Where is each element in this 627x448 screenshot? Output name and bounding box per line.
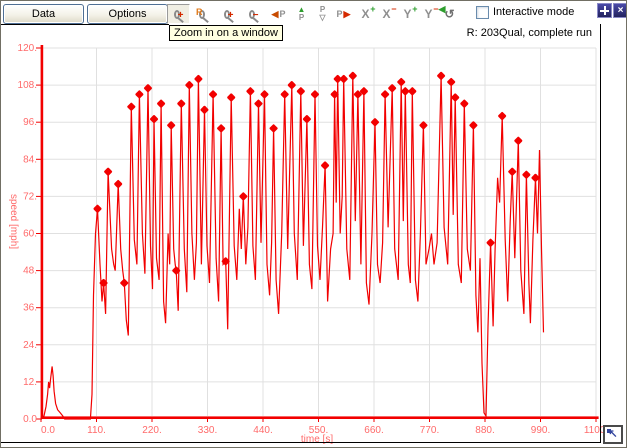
reset-view-icon: ↺◀: [444, 8, 454, 20]
zoom-out-button[interactable]: −: [242, 4, 265, 24]
svg-text:24.: 24.: [23, 340, 37, 351]
zoom-reset-button[interactable]: R: [192, 4, 215, 24]
dock-plot-button[interactable]: ↖: [603, 425, 623, 444]
svg-text:120.: 120.: [18, 43, 37, 54]
y-axis-label: speed [mph]: [8, 194, 19, 249]
close-window-button[interactable]: ×: [613, 3, 627, 18]
svg-text:48.: 48.: [23, 266, 37, 277]
y-zoom-out-icon: Y−: [424, 8, 432, 20]
zoom-window-button[interactable]: +: [167, 4, 190, 24]
marker-down-button[interactable]: P▽: [311, 4, 334, 24]
reset-view-button[interactable]: ↺◀: [438, 4, 461, 24]
toolbar-panel-divider: [1, 24, 169, 25]
svg-text:60.: 60.: [23, 229, 37, 240]
next-marker-button[interactable]: P▶: [332, 4, 355, 24]
marker-up-icon: ▲P: [298, 6, 306, 22]
svg-text:84.: 84.: [23, 154, 37, 165]
plot-window: 0.0110.220.330.440.550.660.770.880.990.1…: [0, 0, 627, 448]
y-zoom-in-button[interactable]: Y+: [396, 4, 419, 24]
chart-panel-right-border: [600, 24, 601, 443]
dock-square-icon: [607, 429, 611, 433]
run-annotation: R: 203Qual, complete run: [467, 27, 592, 39]
chart-panel-bottom-border: [1, 442, 601, 443]
data-button[interactable]: Data: [3, 4, 84, 24]
marker-up-button[interactable]: ▲P: [290, 4, 313, 24]
svg-text:990.: 990.: [531, 425, 550, 436]
zoom-window-icon: +: [174, 10, 180, 19]
marker-down-icon: P▽: [319, 6, 325, 22]
x-zoom-out-button[interactable]: X−: [375, 4, 398, 24]
svg-text:108.: 108.: [18, 80, 37, 91]
svg-text:12.: 12.: [23, 377, 37, 388]
zoom-reset-icon: R: [199, 10, 205, 19]
svg-text:72.: 72.: [23, 191, 37, 202]
svg-text:770.: 770.: [420, 425, 439, 436]
svg-text:220.: 220.: [142, 425, 161, 436]
interactive-mode-label: Interactive mode: [493, 6, 574, 18]
options-button[interactable]: Options: [87, 4, 168, 24]
svg-text:330.: 330.: [198, 425, 217, 436]
svg-text:440.: 440.: [253, 425, 272, 436]
chart-plot-area[interactable]: 0.0110.220.330.440.550.660.770.880.990.1…: [1, 1, 627, 448]
svg-text:36.: 36.: [23, 303, 37, 314]
y-zoom-out-button[interactable]: Y−: [417, 4, 440, 24]
interactive-mode-checkbox[interactable]: [476, 6, 489, 19]
svg-text:96.: 96.: [23, 117, 37, 128]
svg-text:0.0: 0.0: [41, 425, 55, 436]
prev-marker-button[interactable]: ◀P: [267, 4, 290, 24]
tooltip-zoom-in-on-a-window: Zoom in on a window: [169, 25, 283, 41]
zoom-in-icon: +: [224, 10, 230, 19]
zoom-out-icon: −: [249, 10, 255, 19]
svg-text:660.: 660.: [364, 425, 383, 436]
y-zoom-in-icon: Y+: [403, 8, 411, 20]
x-zoom-in-icon: X+: [361, 8, 369, 20]
x-axis-label: time [s]: [301, 434, 333, 445]
axes: [41, 45, 599, 419]
svg-text:0.0: 0.0: [23, 414, 37, 425]
gridlines: [43, 48, 596, 416]
zoom-in-button[interactable]: +: [217, 4, 240, 24]
speed-trace: [41, 76, 544, 419]
svg-text:110.: 110.: [87, 425, 106, 436]
prev-marker-icon: ◀P: [272, 9, 286, 20]
svg-text:880.: 880.: [475, 425, 494, 436]
move-icon: [604, 6, 606, 15]
next-marker-icon: P▶: [337, 9, 351, 20]
x-zoom-in-button[interactable]: X+: [354, 4, 377, 24]
move-window-button[interactable]: [597, 3, 612, 18]
x-zoom-out-icon: X−: [382, 8, 390, 20]
